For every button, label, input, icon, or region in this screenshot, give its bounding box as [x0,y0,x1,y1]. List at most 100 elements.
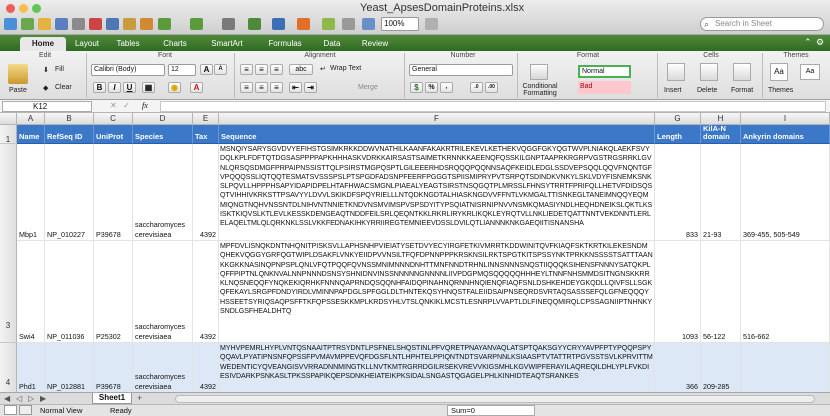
col-header-h[interactable]: H [701,113,741,125]
decrease-font-icon[interactable]: A [214,64,227,75]
tab-smartart[interactable]: SmartArt [205,37,249,51]
page-layout-view-icon[interactable] [19,405,32,415]
merge-button[interactable]: Merge [358,84,378,91]
row-header-4[interactable]: 4 [0,343,17,392]
add-sheet-button[interactable]: + [137,393,142,403]
cell-ankyrin[interactable]: 516-662 [741,241,830,343]
increase-font-icon[interactable]: A [200,64,213,75]
paste-icon[interactable] [123,18,136,30]
cell-species[interactable]: saccharomyces cerevisiaea [133,144,193,241]
font-color-button[interactable]: A [190,82,203,93]
new-workbook-icon[interactable] [4,18,17,30]
increase-decimal-icon[interactable]: .0 [470,82,483,93]
tab-charts[interactable]: Charts [158,37,192,51]
align-right-icon[interactable]: ≡ [270,82,283,93]
close-window-button[interactable] [6,4,15,13]
header-length[interactable]: Length [655,125,701,144]
col-header-e[interactable]: E [193,113,219,125]
help-icon[interactable] [425,18,438,30]
confirm-formula-icon[interactable]: ✓ [123,101,130,110]
col-header-a[interactable]: A [17,113,45,125]
ribbon-settings-icon[interactable]: ⚙ [816,37,824,48]
insert-button[interactable]: Insert [664,87,682,94]
cell-sequence[interactable]: MYHVPEMRLHYPLVNTQSNAAITPTRSYDNTLPSFNELSH… [219,343,655,392]
tab-review[interactable]: Review [357,37,393,51]
font-size-select[interactable]: 12 [168,64,196,76]
cell-tax[interactable]: 4392 [193,144,219,241]
align-bottom-icon[interactable]: ≡ [270,64,283,75]
currency-icon[interactable]: $ [410,82,423,93]
cell-kila[interactable]: 21-93 [701,144,741,241]
cell-length[interactable]: 1093 [655,241,701,343]
header-ankyrin[interactable]: Ankyrin domains [741,125,830,144]
last-sheet-icon[interactable]: ▶ [40,394,46,403]
header-tax[interactable]: Tax [193,125,219,144]
insert-function-button[interactable]: fx [142,101,148,110]
templates-icon[interactable] [21,18,34,30]
clear-button[interactable]: Clear [55,84,72,91]
decrease-decimal-icon[interactable]: .00 [485,82,498,93]
cell-tax[interactable]: 4392 [193,241,219,343]
underline-button[interactable]: U [123,82,136,93]
media-icon[interactable] [362,18,375,30]
name-box[interactable]: K12 [2,101,92,112]
first-sheet-icon[interactable]: ◀ [4,394,10,403]
tab-tables[interactable]: Tables [112,37,144,51]
cell-uniprot[interactable]: P39678 [94,144,133,241]
style-normal[interactable]: Normal [578,65,631,78]
filter-icon[interactable] [272,18,285,30]
paste-icon[interactable] [8,64,28,84]
cell-name[interactable]: Swi4 [17,241,45,343]
orientation-button[interactable]: abc [289,64,313,75]
tab-home[interactable]: Home [20,37,66,51]
delete-button[interactable]: Delete [697,87,717,94]
paste-button[interactable]: Paste [9,87,27,94]
align-top-icon[interactable]: ≡ [240,64,253,75]
sum-readout[interactable]: Sum=0 [447,405,535,416]
next-sheet-icon[interactable]: ▷ [28,394,34,403]
italic-button[interactable]: I [108,82,121,93]
cell-species[interactable]: saccharomyces cerevisiaea [133,343,193,392]
zoom-select[interactable]: 100% [381,17,419,31]
zoom-window-button[interactable] [32,4,41,13]
cancel-formula-icon[interactable]: ✕ [110,101,117,110]
format-button[interactable]: Format [731,87,753,94]
cell-ankyrin[interactable] [741,343,830,392]
cell-length[interactable]: 366 [655,343,701,392]
gallery-icon[interactable] [297,18,310,30]
copy-icon[interactable] [106,18,119,30]
redo-icon[interactable] [190,18,203,30]
undo-icon[interactable] [158,18,171,30]
cell-length[interactable]: 833 [655,144,701,241]
conditional-formatting-button[interactable]: Conditional Formatting [518,83,562,97]
col-header-g[interactable]: G [655,113,701,125]
format-painter-icon[interactable] [140,18,153,30]
col-header-d[interactable]: D [133,113,193,125]
col-header-f[interactable]: F [219,113,655,125]
borders-icon[interactable]: ▦ [142,82,155,93]
header-refseq[interactable]: RefSeq ID [45,125,94,144]
print-icon[interactable] [72,18,85,30]
sheet-tab-sheet1[interactable]: Sheet1 [92,393,132,404]
col-header-b[interactable]: B [45,113,94,125]
cell-sequence[interactable]: MPFDVLISNQKDNTNHQNITPISKSVLLAPHSNHPVIEIA… [219,241,655,343]
collapse-ribbon-icon[interactable]: ⌃ [804,37,812,48]
wrap-text-button[interactable]: Wrap Text [330,65,361,72]
decrease-indent-icon[interactable]: ⇤ [289,82,302,93]
tab-formulas[interactable]: Formulas [262,37,308,51]
comma-style-icon[interactable]: , [440,82,453,93]
cell-refseq[interactable]: NP_012881 [45,343,94,392]
increase-indent-icon[interactable]: ⇥ [304,82,317,93]
fill-color-icon[interactable]: ◉ [168,82,181,93]
header-uniprot[interactable]: UniProt [94,125,133,144]
fill-button[interactable]: Fill [55,66,64,73]
cell-refseq[interactable]: NP_011036 [45,241,94,343]
save-icon[interactable] [55,18,68,30]
bold-button[interactable]: B [93,82,106,93]
open-icon[interactable] [38,18,51,30]
prev-sheet-icon[interactable]: ◁ [16,394,22,403]
minimize-window-button[interactable] [19,4,28,13]
theme-fonts-icon[interactable]: Aa [800,64,820,80]
align-middle-icon[interactable]: ≡ [255,64,268,75]
tab-data[interactable]: Data [318,37,346,51]
